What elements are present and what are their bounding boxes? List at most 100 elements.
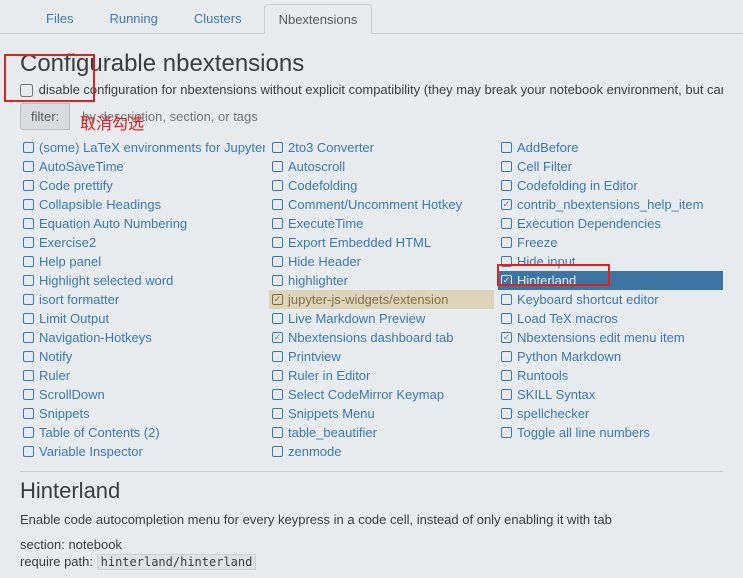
extension-item[interactable]: zenmode: [269, 442, 494, 461]
checkbox-icon[interactable]: [23, 446, 34, 457]
checkbox-icon[interactable]: [272, 427, 283, 438]
disable-config-checkbox[interactable]: [20, 84, 33, 97]
extension-item[interactable]: Limit Output: [20, 309, 265, 328]
extension-item[interactable]: Load TeX macros: [498, 309, 723, 328]
extension-item[interactable]: Notify: [20, 347, 265, 366]
checkbox-icon[interactable]: [23, 294, 34, 305]
checkbox-icon[interactable]: [272, 408, 283, 419]
checkbox-icon[interactable]: [23, 180, 34, 191]
checkbox-icon[interactable]: [272, 161, 283, 172]
checkbox-icon[interactable]: [23, 370, 34, 381]
extension-item[interactable]: Cell Filter: [498, 157, 723, 176]
extension-item[interactable]: table_beautifier: [269, 423, 494, 442]
checkbox-icon[interactable]: [501, 370, 512, 381]
checkbox-icon[interactable]: [23, 389, 34, 400]
checkbox-icon[interactable]: [272, 351, 283, 362]
checkbox-icon[interactable]: [501, 180, 512, 191]
extension-item[interactable]: isort formatter: [20, 290, 265, 309]
extension-item[interactable]: Autoscroll: [269, 157, 494, 176]
checkbox-icon[interactable]: [501, 256, 512, 267]
disable-config-row[interactable]: disable configuration for nbextensions w…: [20, 82, 723, 97]
checkbox-icon[interactable]: [272, 180, 283, 191]
extension-item[interactable]: Live Markdown Preview: [269, 309, 494, 328]
extension-item[interactable]: Nbextensions dashboard tab: [269, 328, 494, 347]
extension-item[interactable]: Nbextensions edit menu item: [498, 328, 723, 347]
extension-item[interactable]: (some) LaTeX environments for Jupyter: [20, 138, 265, 157]
checkbox-icon[interactable]: [501, 237, 512, 248]
checkbox-icon[interactable]: [272, 256, 283, 267]
extension-item[interactable]: AddBefore: [498, 138, 723, 157]
checkbox-icon[interactable]: [23, 351, 34, 362]
checkbox-icon[interactable]: [501, 408, 512, 419]
checkbox-icon[interactable]: [272, 332, 283, 343]
extension-item[interactable]: SKILL Syntax: [498, 385, 723, 404]
checkbox-icon[interactable]: [272, 142, 283, 153]
extension-item[interactable]: Hide input: [498, 252, 723, 271]
extension-item[interactable]: Highlight selected word: [20, 271, 265, 290]
extension-item[interactable]: Table of Contents (2): [20, 423, 265, 442]
extension-item[interactable]: Code prettify: [20, 176, 265, 195]
checkbox-icon[interactable]: [23, 313, 34, 324]
tab-clusters[interactable]: Clusters: [180, 4, 256, 33]
extension-item[interactable]: Ruler: [20, 366, 265, 385]
checkbox-icon[interactable]: [23, 256, 34, 267]
extension-item[interactable]: Snippets: [20, 404, 265, 423]
checkbox-icon[interactable]: [23, 161, 34, 172]
tab-running[interactable]: Running: [95, 4, 171, 33]
checkbox-icon[interactable]: [23, 142, 34, 153]
checkbox-icon[interactable]: [501, 332, 512, 343]
extension-item[interactable]: Help panel: [20, 252, 265, 271]
checkbox-icon[interactable]: [501, 313, 512, 324]
extension-item[interactable]: Equation Auto Numbering: [20, 214, 265, 233]
extension-item[interactable]: Hinterland: [498, 271, 723, 290]
checkbox-icon[interactable]: [23, 408, 34, 419]
extension-item[interactable]: Execution Dependencies: [498, 214, 723, 233]
extension-item[interactable]: ExecuteTime: [269, 214, 494, 233]
extension-item[interactable]: Toggle all line numbers: [498, 423, 723, 442]
checkbox-icon[interactable]: [501, 427, 512, 438]
extension-item[interactable]: jupyter-js-widgets/extension: [269, 290, 494, 309]
extension-item[interactable]: Freeze: [498, 233, 723, 252]
checkbox-icon[interactable]: [272, 389, 283, 400]
checkbox-icon[interactable]: [272, 237, 283, 248]
extension-item[interactable]: Variable Inspector: [20, 442, 265, 461]
extension-item[interactable]: Codefolding: [269, 176, 494, 195]
checkbox-icon[interactable]: [501, 351, 512, 362]
checkbox-icon[interactable]: [272, 199, 283, 210]
tab-nbextensions[interactable]: Nbextensions: [264, 4, 373, 34]
tab-files[interactable]: Files: [32, 4, 87, 33]
extension-item[interactable]: AutoSaveTime: [20, 157, 265, 176]
extension-item[interactable]: Snippets Menu: [269, 404, 494, 423]
checkbox-icon[interactable]: [272, 218, 283, 229]
extension-item[interactable]: Export Embedded HTML: [269, 233, 494, 252]
checkbox-icon[interactable]: [272, 294, 283, 305]
extension-item[interactable]: Exercise2: [20, 233, 265, 252]
checkbox-icon[interactable]: [272, 275, 283, 286]
extension-item[interactable]: Runtools: [498, 366, 723, 385]
checkbox-icon[interactable]: [501, 275, 512, 286]
extension-item[interactable]: ScrollDown: [20, 385, 265, 404]
checkbox-icon[interactable]: [501, 389, 512, 400]
extension-item[interactable]: Collapsible Headings: [20, 195, 265, 214]
checkbox-icon[interactable]: [501, 142, 512, 153]
extension-item[interactable]: Hide Header: [269, 252, 494, 271]
extension-item[interactable]: Comment/Uncomment Hotkey: [269, 195, 494, 214]
checkbox-icon[interactable]: [23, 427, 34, 438]
checkbox-icon[interactable]: [272, 313, 283, 324]
extension-item[interactable]: Ruler in Editor: [269, 366, 494, 385]
extension-item[interactable]: 2to3 Converter: [269, 138, 494, 157]
filter-input[interactable]: [76, 104, 296, 129]
extension-item[interactable]: highlighter: [269, 271, 494, 290]
checkbox-icon[interactable]: [23, 332, 34, 343]
checkbox-icon[interactable]: [501, 199, 512, 210]
checkbox-icon[interactable]: [272, 370, 283, 381]
extension-item[interactable]: Keyboard shortcut editor: [498, 290, 723, 309]
extension-item[interactable]: Navigation-Hotkeys: [20, 328, 265, 347]
checkbox-icon[interactable]: [501, 294, 512, 305]
checkbox-icon[interactable]: [23, 199, 34, 210]
extension-item[interactable]: Printview: [269, 347, 494, 366]
checkbox-icon[interactable]: [23, 275, 34, 286]
extension-item[interactable]: contrib_nbextensions_help_item: [498, 195, 723, 214]
checkbox-icon[interactable]: [501, 218, 512, 229]
checkbox-icon[interactable]: [501, 161, 512, 172]
